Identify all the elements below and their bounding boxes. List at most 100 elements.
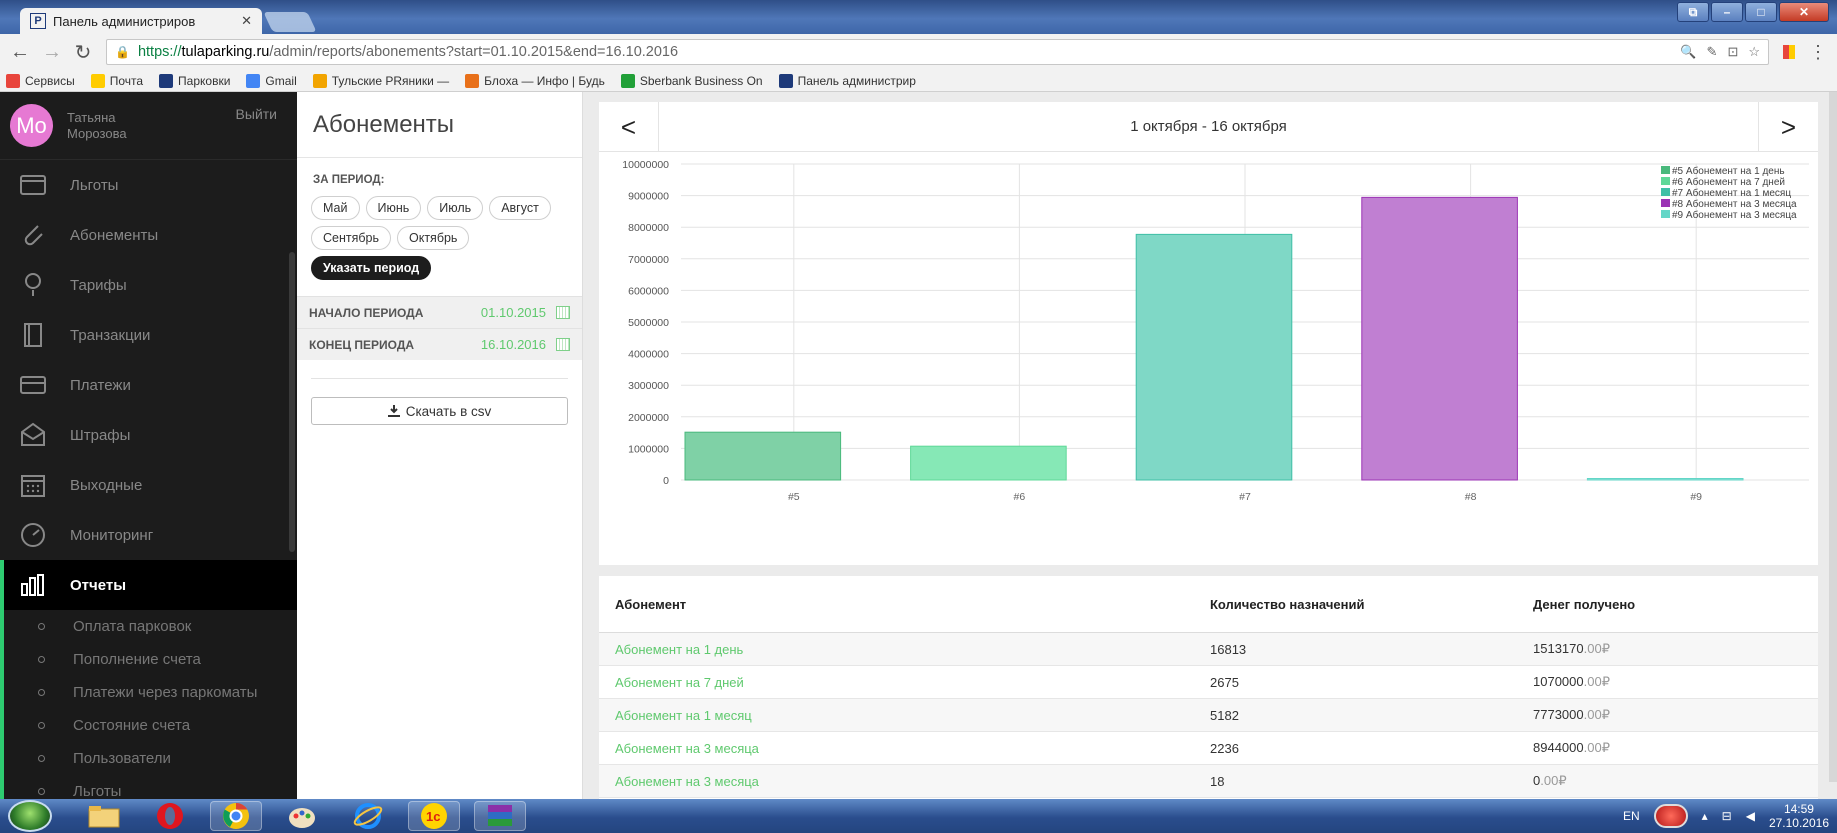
file-explorer-icon[interactable] [78,801,130,831]
period-end-value[interactable]: 16.10.2016 [481,337,546,352]
url-input[interactable]: 🔒 https:// tulaparking.ru /admin/reports… [106,39,1769,65]
paint-icon[interactable] [276,801,328,831]
reports-submenu: Оплата парковок Пополнение счета Платежи ч… [0,610,297,808]
sidebar-item-reports[interactable]: Отчеты [0,560,297,610]
download-csv-button[interactable]: Скачать в csv [311,397,568,425]
close-tab-icon[interactable]: ✕ [241,13,252,29]
amount-value: 1070000 [1533,674,1584,689]
sidebar-item-4[interactable]: Транзакции [0,310,297,360]
language-indicator[interactable]: EN [1623,809,1640,823]
winrar-icon[interactable] [474,801,526,831]
bookmark-item[interactable]: Сервисы [6,73,75,88]
internet-explorer-icon[interactable] [342,801,394,831]
month-pill[interactable]: Октябрь [397,226,470,250]
month-pill[interactable]: Июль [427,196,484,220]
y-tick-label: 8000000 [628,222,669,234]
bar-7[interactable] [1135,233,1293,481]
period-end-row[interactable]: КОНЕЦ ПЕРИОДА 16.10.2016 [297,328,582,360]
translate-icon[interactable]: ⊡ [1727,44,1738,60]
maximize-icon[interactable]: □ [1745,2,1777,22]
table-row: Абонемент на 1 день 16813 1513170.00₽ [599,633,1818,666]
browser-tab[interactable]: P Панель администриров ✕ [20,8,262,34]
next-period-button[interactable]: > [1758,102,1818,152]
bookmark-label: Тульские PRяники — [331,73,450,88]
close-window-icon[interactable]: ✕ [1779,2,1829,22]
browser-titlebar: P Панель администриров ✕ ⧉ – □ ✕ [0,0,1837,34]
start-button[interactable] [8,800,52,832]
sidebar-item-label: Штрафы [70,426,131,444]
flag-extension-icon[interactable] [1783,45,1795,59]
chart-header: < 1 октября - 16 октября > [599,102,1818,152]
logout-link[interactable]: Выйти [236,106,277,122]
sidebar-item-5[interactable]: Платежи [0,360,297,410]
antivirus-icon[interactable] [1653,804,1688,828]
sidebar-item-label: Льготы [70,176,119,194]
sidebar-item-3[interactable]: Тарифы [0,260,297,310]
bar-8[interactable] [1361,196,1518,481]
page-scrollbar[interactable] [1829,92,1837,782]
bookmark-item[interactable]: Почта [90,73,143,88]
chrome-icon[interactable] [210,801,262,831]
1c-icon[interactable]: 1c [408,801,460,831]
forward-arrow-icon[interactable]: → [42,41,62,64]
calendar-icon[interactable] [556,306,570,319]
bookmark-item[interactable]: Sberbank Business On [620,73,763,88]
clock[interactable]: 14:59 27.10.2016 [1769,802,1829,830]
prev-period-button[interactable]: < [599,102,659,152]
extension-icon[interactable]: ✎ [1707,44,1718,60]
menu-dots-icon[interactable]: ⋮ [1809,42,1827,63]
sidebar-item-2[interactable]: Абонементы [0,210,297,260]
custom-period-button[interactable]: Указать период [311,256,432,280]
new-tab-button[interactable] [263,12,317,32]
month-pill[interactable]: Май [311,196,360,220]
bookmark-item[interactable]: Gmail [246,73,297,88]
period-start-value[interactable]: 01.10.2015 [481,305,546,320]
sidebar-item-6[interactable]: Штрафы [0,410,297,460]
network-icon[interactable]: ⊟ [1722,809,1732,823]
reload-icon[interactable]: ↻ [74,40,92,65]
bookmark-item[interactable]: Тульские PRяники — [312,73,450,88]
sidebar-item-8[interactable]: Мониторинг [0,510,297,560]
clock-date: 27.10.2016 [1768,816,1829,830]
avatar[interactable]: Mo [10,104,53,147]
bookmark-label: Сервисы [25,73,75,88]
bar-9[interactable] [1586,478,1744,481]
submenu-item[interactable]: Платежи через паркоматы [0,676,297,709]
star-icon[interactable]: ☆ [1748,44,1760,60]
opera-icon[interactable] [144,801,196,831]
submenu-item[interactable]: Пополнение счета [0,643,297,676]
calendar-icon[interactable] [556,338,570,351]
month-pill[interactable]: Сентябрь [311,226,391,250]
abonement-name-link[interactable]: Абонемент на 1 месяц [599,708,1210,723]
minimize-icon[interactable]: – [1711,2,1743,22]
bookmark-item[interactable]: Парковки [159,73,230,88]
submenu-item[interactable]: Состояние счета [0,709,297,742]
submenu-item[interactable]: Оплата парковок [0,610,297,643]
zoom-icon[interactable]: 🔍 [1680,44,1696,60]
apps-icon [6,73,20,88]
period-start-row[interactable]: НАЧАЛО ПЕРИОДА 01.10.2015 [297,296,582,328]
abonement-name-link[interactable]: Абонемент на 3 месяца [599,741,1210,756]
abonement-name-link[interactable]: Абонемент на 1 день [599,642,1210,657]
x-tick-label: #9 [1690,491,1702,503]
month-pill[interactable]: Август [489,196,551,220]
sidebar-item-1[interactable]: Льготы [0,160,297,210]
tray-expand-icon[interactable]: ▴ [1702,809,1708,823]
back-arrow-icon[interactable]: ← [10,41,30,64]
abonement-name-link[interactable]: Абонемент на 7 дней [599,675,1210,690]
bookmark-item[interactable]: Панель администрир [778,73,916,88]
assignment-count: 2236 [1210,740,1239,756]
restore-down-icon[interactable]: ⧉ [1677,2,1709,22]
volume-icon[interactable]: ◀ [1746,809,1755,823]
bookmark-icon [312,73,327,88]
month-pill[interactable]: Июнь [365,196,422,220]
table-row: Абонемент на 3 месяца 18 0.00₽ [599,765,1818,798]
bar-5[interactable] [684,431,842,481]
sidebar-scrollbar[interactable] [289,252,295,552]
amount-cents: .00 [1540,773,1559,788]
submenu-item[interactable]: Пользователи [0,742,297,775]
sidebar-item-7[interactable]: Выходные [0,460,297,510]
bookmark-item[interactable]: Блоха — Инфо | Будь [465,73,605,88]
bar-6[interactable] [910,445,1067,481]
abonement-name-link[interactable]: Абонемент на 3 месяца [599,774,1210,789]
